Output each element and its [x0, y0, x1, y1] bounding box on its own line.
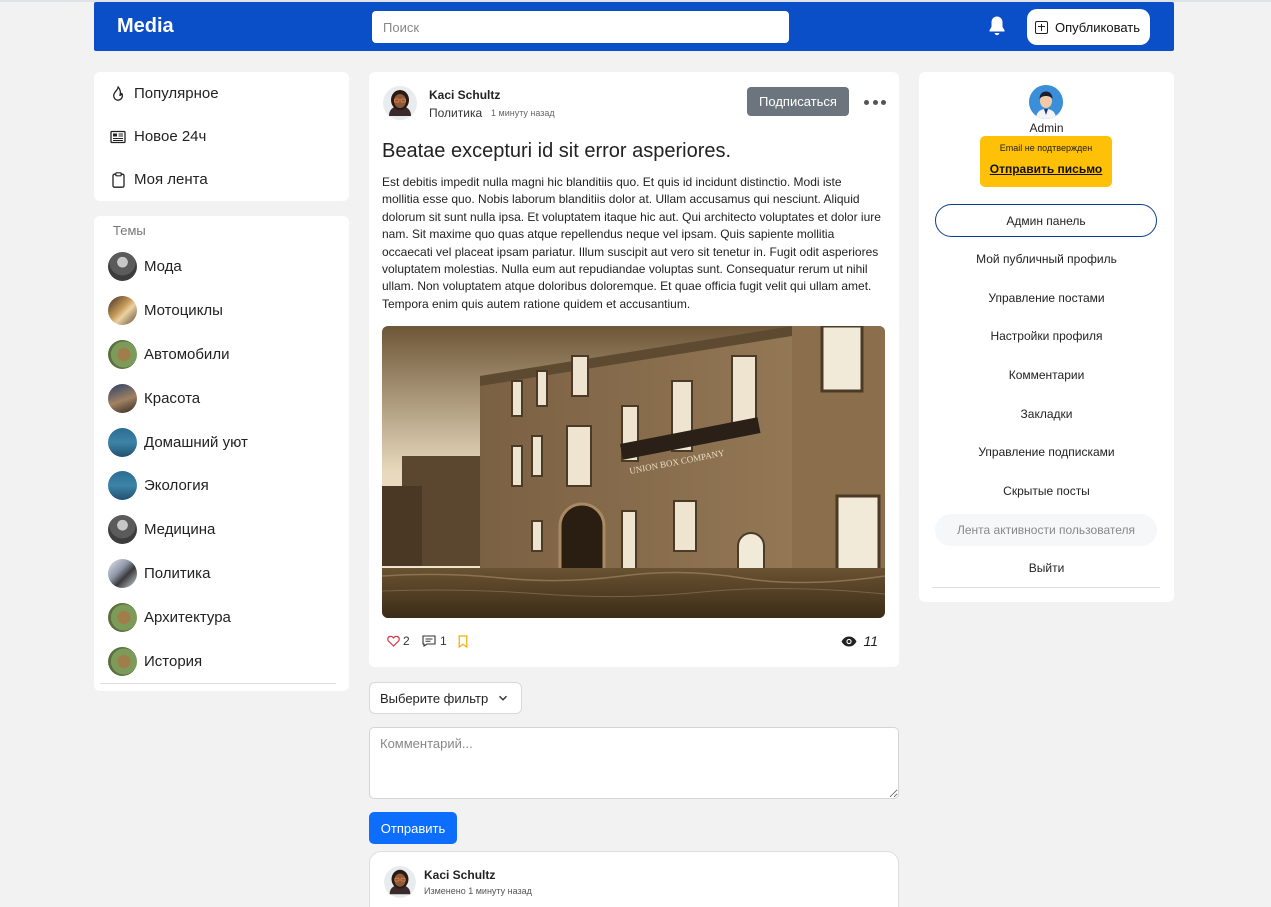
topic-thumbnail: [108, 515, 137, 544]
topic-item[interactable]: Медицина: [108, 515, 215, 544]
comment-input[interactable]: [369, 727, 899, 799]
topic-thumbnail: [108, 559, 137, 588]
topic-label: Домашний уют: [144, 434, 248, 451]
nav-item-popular[interactable]: Популярное: [110, 85, 219, 102]
menu-activity-feed[interactable]: Лента активности пользователя: [935, 514, 1157, 546]
topic-item[interactable]: Мода: [108, 252, 182, 281]
top-navbar: Media Опубликовать: [94, 2, 1174, 51]
publish-button-label: Опубликовать: [1055, 19, 1141, 35]
menu-comments[interactable]: Комментарии: [919, 368, 1174, 382]
nav-item-new-24h[interactable]: Новое 24ч: [110, 128, 206, 145]
publish-button[interactable]: Опубликовать: [1027, 9, 1150, 45]
post-card: Kaci Schultz Политика 1 минуту назад Под…: [369, 72, 899, 667]
post-footer: 2 1 11: [387, 633, 883, 652]
feed-nav: Популярное Новое 24ч Моя лента: [94, 72, 349, 201]
post-body: Est debitis impedit nulla magni hic blan…: [382, 175, 881, 311]
topic-item[interactable]: Мотоциклы: [108, 296, 223, 325]
view-count: 11: [863, 633, 878, 649]
topic-label: Политика: [144, 565, 211, 582]
user-sidebar: Admin Email не подтвержден Отправить пис…: [919, 72, 1174, 602]
topic-item[interactable]: Домашний уют: [108, 428, 248, 457]
comment-item: Kaci Schultz Изменено 1 минуту назад: [369, 851, 899, 907]
nav-item-label: Популярное: [134, 85, 219, 102]
like-count: 2: [403, 634, 410, 648]
topic-thumbnail: [108, 384, 137, 413]
filter-label: Выберите фильтр: [380, 690, 489, 706]
topic-item[interactable]: История: [108, 647, 202, 676]
post-time: 1 минуту назад: [491, 108, 555, 118]
email-unverified-alert: Email не подтвержден Отправить письмо: [980, 136, 1112, 187]
user-name: Admin: [1029, 121, 1064, 135]
nav-item-label: Новое 24ч: [134, 128, 207, 145]
submit-comment-button[interactable]: Отправить: [369, 812, 457, 844]
topic-label: Медицина: [144, 521, 216, 538]
divider: [932, 587, 1160, 588]
brand-logo[interactable]: Media: [117, 15, 174, 38]
clipboard-icon: [110, 171, 126, 188]
topic-item[interactable]: Архитектура: [108, 603, 231, 632]
topic-thumbnail: [108, 252, 137, 281]
topic-thumbnail: [108, 296, 137, 325]
topic-thumbnail: [108, 603, 137, 632]
eye-icon: [841, 636, 857, 646]
topic-item[interactable]: Экология: [108, 471, 209, 500]
post-author[interactable]: Kaci Schultz: [429, 88, 500, 102]
comment-meta: Изменено 1 минуту назад: [424, 886, 532, 896]
bookmark-icon: [458, 635, 468, 648]
comment-author-avatar[interactable]: [384, 866, 416, 898]
topics-heading: Темы: [113, 223, 146, 238]
bell-icon[interactable]: [987, 15, 1007, 37]
author-avatar[interactable]: [383, 86, 417, 120]
user-avatar[interactable]: [1029, 85, 1063, 119]
chevron-down-icon: [498, 695, 508, 701]
post-image[interactable]: UNION BOX COMPANY: [382, 326, 885, 618]
post-category[interactable]: Политика: [429, 106, 482, 120]
menu-hidden-posts[interactable]: Скрытые посты: [919, 484, 1174, 498]
comment-filter-select[interactable]: Выберите фильтр: [369, 682, 522, 714]
menu-public-profile[interactable]: Мой публичный профиль: [919, 252, 1174, 266]
menu-logout[interactable]: Выйти: [919, 561, 1174, 575]
newspaper-icon: [110, 129, 126, 145]
topic-label: Автомобили: [144, 346, 230, 363]
search-input[interactable]: [372, 11, 789, 43]
more-options-icon[interactable]: [864, 96, 886, 108]
topic-label: Архитектура: [144, 609, 231, 626]
send-verification-email-link[interactable]: Отправить письмо: [980, 162, 1112, 176]
like-button[interactable]: 2: [387, 634, 410, 648]
email-warning-text: Email не подтвержден: [999, 143, 1093, 153]
topic-label: Красота: [144, 390, 201, 407]
topic-label: Мотоциклы: [144, 302, 223, 319]
topic-label: Экология: [144, 477, 209, 494]
menu-bookmarks[interactable]: Закладки: [919, 407, 1174, 421]
topic-item[interactable]: Политика: [108, 559, 210, 588]
bookmark-button[interactable]: [458, 635, 468, 648]
menu-manage-posts[interactable]: Управление постами: [919, 291, 1174, 305]
comment-icon: [422, 635, 436, 647]
comment-author[interactable]: Kaci Schultz: [424, 868, 495, 882]
topic-item[interactable]: Автомобили: [108, 340, 229, 369]
topic-thumbnail: [108, 471, 137, 500]
heart-icon: [387, 635, 400, 647]
topic-thumbnail: [108, 428, 137, 457]
plus-square-icon: [1035, 20, 1048, 34]
topic-thumbnail: [108, 647, 137, 676]
subscribe-button[interactable]: Подписаться: [747, 87, 849, 116]
comments-button[interactable]: 1: [422, 634, 447, 648]
fire-icon: [110, 86, 126, 102]
post-title: Beatae excepturi id sit error asperiores…: [382, 140, 732, 162]
nav-item-label: Моя лента: [134, 171, 208, 188]
menu-manage-subscriptions[interactable]: Управление подписками: [919, 445, 1174, 459]
topic-label: История: [144, 653, 203, 670]
nav-item-my-feed[interactable]: Моя лента: [110, 171, 208, 188]
admin-panel-button[interactable]: Админ панель: [935, 204, 1157, 237]
menu-profile-settings[interactable]: Настройки профиля: [919, 329, 1174, 343]
topic-thumbnail: [108, 340, 137, 369]
divider: [100, 683, 336, 684]
comment-count: 1: [440, 634, 447, 648]
topic-label: Мода: [144, 258, 182, 275]
views-counter: 11: [841, 633, 878, 649]
topics-list: Темы Мода Мотоциклы Автомобили Красота Д…: [94, 216, 349, 691]
topic-item[interactable]: Красота: [108, 384, 200, 413]
